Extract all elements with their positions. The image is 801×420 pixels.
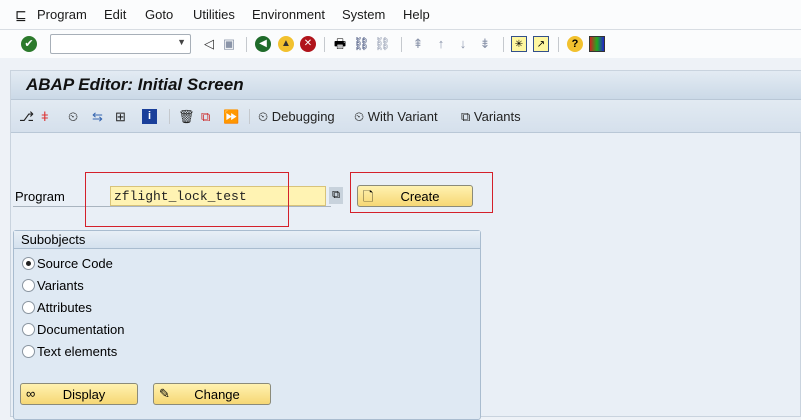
clock-icon: ⏲ xyxy=(354,109,365,124)
separator xyxy=(503,37,504,52)
first-page-icon[interactable]: ⇞ xyxy=(410,36,426,52)
back-arrow-icon[interactable]: ◁ xyxy=(201,36,217,52)
layout-icon[interactable] xyxy=(589,36,605,52)
debugging-button[interactable]: ⏲ Debugging xyxy=(258,109,335,124)
menu-help[interactable]: Help xyxy=(403,7,430,22)
group-header: Subobjects xyxy=(14,231,480,249)
find-next-icon[interactable]: ⛓ xyxy=(374,36,391,52)
separator xyxy=(401,37,402,52)
debugging-label: Debugging xyxy=(271,109,335,124)
find-icon[interactable]: ⛓ xyxy=(353,36,370,52)
delete-icon[interactable]: 🗑 xyxy=(178,109,195,124)
radio-button[interactable] xyxy=(22,256,35,270)
menu-utilities[interactable]: Utilities xyxy=(193,7,235,22)
radio-label: Source Code xyxy=(37,255,113,271)
radio-button[interactable] xyxy=(22,300,35,314)
separator xyxy=(249,109,250,124)
rename-icon[interactable]: ⏩ xyxy=(223,109,239,124)
activate-icon[interactable]: ǂ xyxy=(41,109,49,124)
other-object-icon[interactable]: ⎇ xyxy=(19,109,34,124)
radio-text-elements[interactable]: Text elements xyxy=(22,343,117,359)
cancel-icon[interactable]: ✕ xyxy=(300,36,316,52)
help-icon[interactable]: ? xyxy=(567,36,583,52)
menu-goto[interactable]: Goto xyxy=(145,7,173,22)
application-toolbar: ⎇ ǂ ⏲ ⇆ ⊞ i 🗑 ⧉ ⏩ ⏲ Debugging ⏲ With Var… xyxy=(11,100,801,133)
save-icon[interactable]: ▣ xyxy=(221,36,237,52)
variants-button[interactable]: ⧉ Variants xyxy=(461,109,521,124)
info-icon[interactable]: i xyxy=(142,109,157,124)
command-field[interactable]: ▼ xyxy=(50,34,191,54)
clock-icon: ⏲ xyxy=(258,109,269,124)
variants-label: Variants xyxy=(473,109,521,124)
back-icon[interactable]: ◀ xyxy=(255,36,271,52)
where-used-icon[interactable]: ⇆ xyxy=(92,109,103,124)
print-icon[interactable]: 🖶 xyxy=(332,36,348,52)
radio-button[interactable] xyxy=(22,322,35,336)
execute-icon[interactable]: ⏲ xyxy=(68,109,78,124)
separator xyxy=(558,37,559,52)
menu-program[interactable]: Program xyxy=(37,7,87,22)
radio-label: Documentation xyxy=(37,321,125,337)
system-menu-icon[interactable]: ⊑ xyxy=(15,7,27,24)
new-session-icon[interactable]: ✳ xyxy=(511,36,527,52)
highlight-box xyxy=(350,172,493,213)
program-label: Program xyxy=(15,189,65,204)
radio-button[interactable] xyxy=(22,344,35,358)
radio-button[interactable] xyxy=(22,278,35,292)
menu-system[interactable]: System xyxy=(342,7,385,22)
group-title: Subobjects xyxy=(21,232,86,247)
radio-attributes[interactable]: Attributes xyxy=(22,299,92,315)
enter-icon[interactable]: ✔ xyxy=(21,36,37,52)
last-page-icon[interactable]: ⇟ xyxy=(477,36,493,52)
check-icon[interactable]: ⊞ xyxy=(115,109,126,124)
menu-bar: ⊑ Program Edit Goto Utilities Environmen… xyxy=(0,0,801,30)
display-label: Display xyxy=(62,387,106,402)
radio-label: Variants xyxy=(37,277,84,293)
change-button[interactable]: ✎ Change xyxy=(153,383,271,405)
chevron-down-icon[interactable]: ▼ xyxy=(177,37,186,47)
exit-icon[interactable]: ▲ xyxy=(278,36,294,52)
display-button[interactable]: ∞ Display xyxy=(20,383,138,405)
radio-documentation[interactable]: Documentation xyxy=(22,321,124,337)
previous-page-icon[interactable]: ↑ xyxy=(433,36,449,52)
menu-edit[interactable]: Edit xyxy=(104,7,126,22)
separator xyxy=(246,37,247,52)
title-bar: ABAP Editor: Initial Screen xyxy=(11,71,801,100)
radio-variants[interactable]: Variants xyxy=(22,277,84,293)
change-label: Change xyxy=(194,387,240,402)
highlight-box xyxy=(85,172,289,227)
with-variant-button[interactable]: ⏲ With Variant xyxy=(354,109,438,124)
with-variant-label: With Variant xyxy=(367,109,438,124)
separator xyxy=(324,37,325,52)
menu-environment[interactable]: Environment xyxy=(252,7,325,22)
copy-value-icon[interactable]: ⧉ xyxy=(329,187,343,204)
radio-label: Text elements xyxy=(37,343,118,359)
next-page-icon[interactable]: ↓ xyxy=(455,36,471,52)
radio-source-code[interactable]: Source Code xyxy=(22,255,113,271)
shortcut-icon[interactable]: ↗ xyxy=(533,36,549,52)
copy-icon[interactable]: ⧉ xyxy=(201,109,210,124)
separator xyxy=(169,109,170,124)
page-title: ABAP Editor: Initial Screen xyxy=(26,75,244,94)
radio-label: Attributes xyxy=(37,299,92,315)
subobjects-group: Subobjects Source Code Variants Attribut… xyxy=(13,230,481,420)
variants-icon: ⧉ xyxy=(461,109,471,124)
